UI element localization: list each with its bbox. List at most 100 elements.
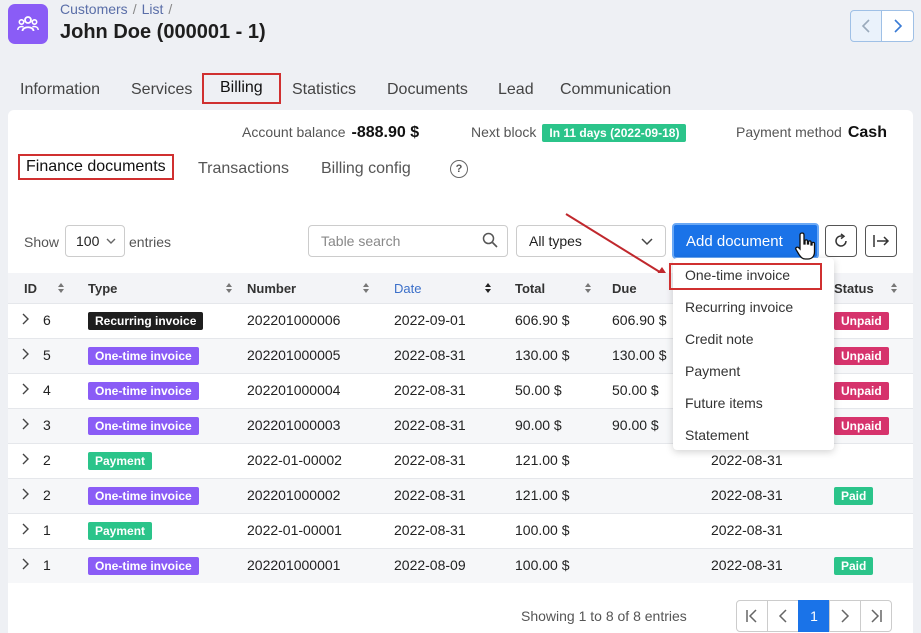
sort-icon[interactable]: [362, 282, 370, 294]
last-page-button[interactable]: [860, 600, 892, 632]
menu-item-statement[interactable]: Statement: [685, 427, 749, 443]
first-page-button[interactable]: [736, 600, 768, 632]
cell-type-text: One-time invoice: [88, 382, 199, 400]
cell-total-text: 606.90 $: [515, 312, 570, 328]
expand-row-button[interactable]: [21, 417, 29, 433]
sort-icon[interactable]: [890, 282, 898, 294]
expand-row-button[interactable]: [21, 557, 29, 573]
tab-documents[interactable]: Documents: [387, 76, 468, 104]
cell-due-text: 50.00 $: [612, 382, 659, 398]
refresh-button[interactable]: [825, 225, 857, 257]
subtab-finance-documents[interactable]: Finance documents: [18, 154, 174, 180]
add-document-label: Add document: [686, 232, 783, 250]
expand-row-button[interactable]: [21, 487, 29, 503]
breadcrumb: Customers / List /: [60, 1, 172, 17]
tab-statistics[interactable]: Statistics: [292, 76, 356, 104]
previous-page-button[interactable]: [767, 600, 799, 632]
status-badge: Unpaid: [834, 382, 889, 400]
tab-information[interactable]: Information: [20, 76, 100, 104]
column-due[interactable]: Due: [612, 281, 637, 296]
app-logo: [8, 4, 48, 44]
cell-total: 130.00 $: [515, 347, 570, 363]
cell-id: 2: [43, 487, 51, 503]
cell-type: One-time invoice: [88, 557, 199, 575]
tab-billing[interactable]: Billing: [202, 73, 281, 104]
pagination-info: Showing 1 to 8 of 8 entries: [521, 608, 687, 624]
next-page-button[interactable]: [829, 600, 861, 632]
cell-type: Payment: [88, 452, 153, 470]
export-button[interactable]: [865, 225, 897, 257]
cell-number-text: 202201000006: [247, 312, 341, 328]
page-button-current[interactable]: 1: [798, 600, 830, 632]
next-record-button[interactable]: [882, 10, 914, 42]
cell-total-text: 50.00 $: [515, 382, 562, 398]
help-icon[interactable]: ?: [450, 160, 468, 178]
cell-date: 2022-08-31: [394, 487, 466, 503]
expand-row-button[interactable]: [21, 452, 29, 468]
status-badge-text: Paid: [834, 557, 874, 575]
cell-date-text: 2022-08-31: [394, 452, 466, 468]
sort-icon[interactable]: [225, 282, 233, 294]
cell-id-text: 3: [43, 417, 51, 433]
cell-date-text: 2022-08-31: [394, 522, 466, 538]
main-tabs: Information Services Billing Statistics …: [0, 73, 921, 104]
cell-date: 2022-08-31: [394, 417, 466, 433]
cell-number: 2022-01-00001: [247, 522, 342, 538]
column-date[interactable]: Date: [394, 281, 421, 296]
show-label: Show: [24, 234, 60, 250]
cell-total-text: 121.00 $: [515, 487, 570, 503]
subtab-billing-config[interactable]: Billing config: [321, 160, 411, 178]
previous-record-button[interactable]: [850, 10, 882, 42]
chevron-right-icon: [22, 453, 29, 465]
cell-due-text: 90.00 $: [612, 417, 659, 433]
breadcrumb-list[interactable]: List: [142, 1, 164, 17]
sort-icon[interactable]: [57, 282, 65, 294]
payment-method: Payment method Cash: [736, 124, 887, 142]
expand-row-button[interactable]: [21, 382, 29, 398]
column-total[interactable]: Total: [515, 281, 545, 296]
account-balance-value: -888.90 $: [351, 124, 420, 141]
tab-lead[interactable]: Lead: [498, 76, 534, 104]
payment-method-label: Payment method: [736, 124, 842, 140]
cell-type-text: One-time invoice: [88, 557, 199, 575]
cell-date-text: 2022-08-09: [394, 557, 466, 573]
menu-item-future-items[interactable]: Future items: [685, 395, 763, 411]
chevron-down-icon: [106, 238, 116, 244]
cell-paid-date: 2022-08-31: [711, 452, 783, 468]
menu-item-recurring-invoice[interactable]: Recurring invoice: [685, 299, 793, 315]
cell-id: 1: [43, 557, 51, 573]
expand-row-button[interactable]: [21, 522, 29, 538]
menu-item-payment[interactable]: Payment: [685, 363, 740, 379]
cell-number: 202201000001: [247, 557, 340, 573]
cell-id: 5: [43, 347, 51, 363]
cell-total: 121.00 $: [515, 452, 570, 468]
breadcrumb-customers[interactable]: Customers: [60, 1, 128, 17]
cell-total: 90.00 $: [515, 417, 562, 433]
annotation-arrow-icon: [565, 213, 670, 279]
page-title: John Doe (000001 - 1): [60, 21, 266, 43]
menu-item-credit-note[interactable]: Credit note: [685, 331, 753, 347]
tab-services[interactable]: Services: [131, 76, 192, 104]
column-status[interactable]: Status: [834, 281, 874, 296]
column-type[interactable]: Type: [88, 281, 117, 296]
cell-number-text: 2022-01-00001: [247, 522, 342, 538]
expand-row-button[interactable]: [21, 312, 29, 328]
sort-icon[interactable]: [584, 282, 592, 294]
status-badge: Paid: [834, 557, 874, 575]
cell-due: 90.00 $: [612, 417, 659, 433]
expand-row-button[interactable]: [21, 347, 29, 363]
column-id[interactable]: ID: [24, 281, 37, 296]
chevron-right-icon: [893, 19, 902, 33]
account-balance-label: Account balance: [242, 124, 346, 140]
entries-select[interactable]: 100: [65, 225, 125, 257]
subtab-transactions[interactable]: Transactions: [198, 160, 289, 178]
cell-id-text: 1: [43, 557, 51, 573]
status-badge-text: Unpaid: [834, 417, 889, 435]
account-balance: Account balance -888.90 $: [242, 124, 419, 142]
tab-communication[interactable]: Communication: [560, 76, 671, 104]
sort-icon[interactable]: [484, 282, 492, 294]
table-search-input[interactable]: [308, 225, 508, 257]
column-number[interactable]: Number: [247, 281, 296, 296]
cell-type: One-time invoice: [88, 417, 199, 435]
chevron-right-icon: [22, 558, 29, 570]
